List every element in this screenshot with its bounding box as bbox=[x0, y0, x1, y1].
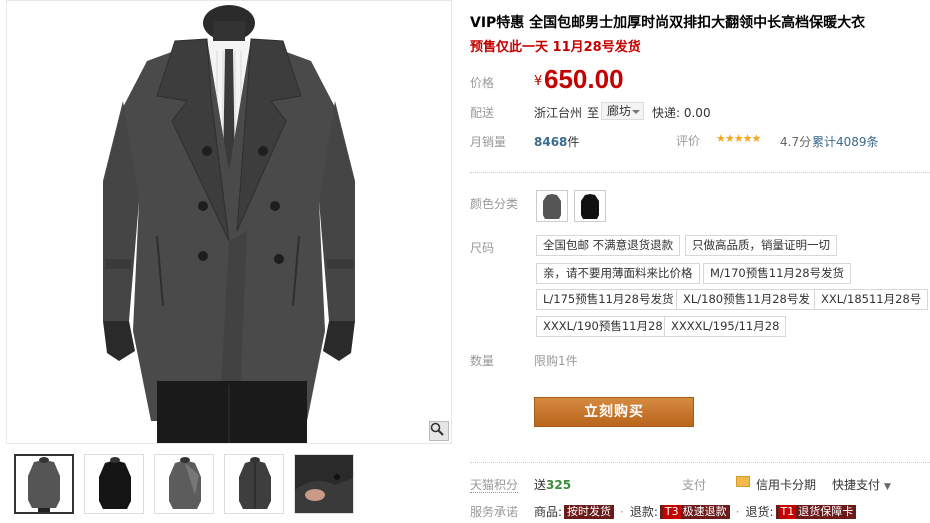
points-label-wrap: 天猫积分 bbox=[470, 476, 519, 493]
thumbnail-3[interactable] bbox=[154, 454, 214, 514]
sales-label: 月销量 bbox=[470, 135, 507, 149]
color-option-grey[interactable] bbox=[536, 190, 568, 222]
destination-value: 廊坊 bbox=[607, 104, 632, 118]
rating-stars-icon: ★★★★★ bbox=[716, 132, 761, 145]
rating-label: 评价 bbox=[676, 134, 701, 148]
return-guarantee-badge[interactable]: T1 退货保障卡 bbox=[775, 504, 857, 519]
service-tag-text: 按时发货 bbox=[567, 504, 612, 518]
service-item-label: 商品: bbox=[534, 505, 563, 519]
points-amount: 325 bbox=[546, 478, 572, 492]
size-option[interactable]: XL/180预售11月28号发 bbox=[676, 289, 817, 310]
ship-from: 浙江台州 bbox=[534, 106, 583, 120]
sales-unit: 件 bbox=[567, 135, 580, 149]
service-label: 服务承诺 bbox=[470, 505, 519, 519]
service-code: T1 bbox=[778, 504, 797, 519]
review-count-link[interactable]: 累计4089条 bbox=[812, 133, 879, 150]
rating-score: 4.7分 bbox=[780, 135, 812, 149]
size-option[interactable]: XXXL/190预售11月28 bbox=[536, 316, 670, 337]
monthly-sales: 8468件 bbox=[534, 133, 579, 150]
points-label[interactable]: 天猫积分 bbox=[470, 478, 519, 493]
thumbnail-2[interactable] bbox=[84, 454, 144, 514]
size-option[interactable]: 全国包邮 不满意退货退款 bbox=[536, 235, 681, 256]
payment-label: 支付 bbox=[682, 478, 707, 492]
zoom-icon[interactable] bbox=[429, 421, 449, 441]
currency-symbol: ¥ bbox=[534, 74, 543, 89]
service-item-label: 退款: bbox=[629, 505, 658, 519]
credit-installment[interactable]: 信用卡分期 bbox=[756, 476, 816, 493]
points-prefix: 送 bbox=[534, 478, 547, 492]
size-label: 尺码 bbox=[470, 241, 495, 255]
coat-illustration bbox=[103, 5, 355, 443]
service-item-label: 退货: bbox=[745, 505, 774, 519]
size-option[interactable]: 只做高品质，销量证明一切 bbox=[685, 235, 837, 256]
service-tag-text: 退货保障卡 bbox=[798, 504, 854, 518]
size-option[interactable]: L/175预售11月28号发货 bbox=[536, 289, 681, 310]
size-option[interactable]: M/170预售11月28号发货 bbox=[703, 263, 852, 284]
price-value: 650.00 bbox=[544, 64, 624, 94]
size-option[interactable]: XXXXL/195/11月28 bbox=[664, 316, 787, 337]
service-code: T3 bbox=[662, 504, 681, 519]
divider bbox=[470, 462, 930, 463]
purchase-limit: 限购1件 bbox=[534, 354, 578, 368]
destination-select[interactable]: 廊坊 bbox=[601, 102, 644, 120]
size-option[interactable]: XXL/18511月28号 bbox=[814, 289, 929, 310]
separator-dot: · bbox=[620, 504, 624, 519]
product-title: VIP特惠 全国包邮男士加厚时尚双排扣大翻领中长高档保暖大衣 bbox=[470, 15, 866, 31]
thumbnail-strip bbox=[14, 454, 354, 514]
sales-count: 8468 bbox=[534, 135, 568, 149]
ship-to-label: 至 bbox=[587, 106, 600, 120]
size-option[interactable]: 亲，请不要用薄面料来比价格 bbox=[536, 263, 700, 284]
separator-dot: · bbox=[735, 504, 740, 519]
points-value: 送325 bbox=[534, 476, 571, 493]
product-gallery bbox=[6, 0, 452, 523]
on-time-delivery-badge[interactable]: 按时发货 bbox=[564, 504, 615, 519]
presale-notice: 预售仅此一天 11月28号发货 bbox=[470, 40, 641, 55]
divider bbox=[470, 172, 930, 173]
thumbnail-4[interactable] bbox=[224, 454, 284, 514]
thumbnail-5[interactable] bbox=[294, 454, 354, 514]
shipping-fee: 快递: 0.00 bbox=[652, 106, 711, 120]
thumbnail-1[interactable] bbox=[14, 454, 74, 514]
buy-now-button[interactable]: 立刻购买 bbox=[534, 397, 694, 427]
product-info: VIP特惠 全国包邮男士加厚时尚双排扣大翻领中长高档保暖大衣 预售仅此一天 11… bbox=[470, 0, 930, 523]
quantity-label: 数量 bbox=[470, 354, 495, 368]
fast-refund-badge[interactable]: T3 极速退款 bbox=[659, 504, 730, 519]
main-product-image[interactable] bbox=[6, 0, 452, 444]
chevron-down-icon bbox=[632, 110, 640, 114]
chevron-down-icon: ▼ bbox=[884, 482, 891, 492]
shipping-label: 配送 bbox=[470, 106, 495, 120]
color-label: 颜色分类 bbox=[470, 197, 519, 211]
service-tag-text: 极速退款 bbox=[682, 504, 727, 518]
service-promises: 商品: 按时发货 · 退款: T3 极速退款 · 退货: T1 退货保障卡 bbox=[534, 503, 857, 520]
color-option-black[interactable] bbox=[574, 190, 606, 222]
quickpay-dropdown[interactable]: 快捷支付 ▼ bbox=[832, 476, 891, 493]
price-label: 价格 bbox=[470, 76, 495, 90]
credit-card-icon bbox=[736, 476, 750, 487]
quickpay-label: 快捷支付 bbox=[832, 478, 881, 492]
